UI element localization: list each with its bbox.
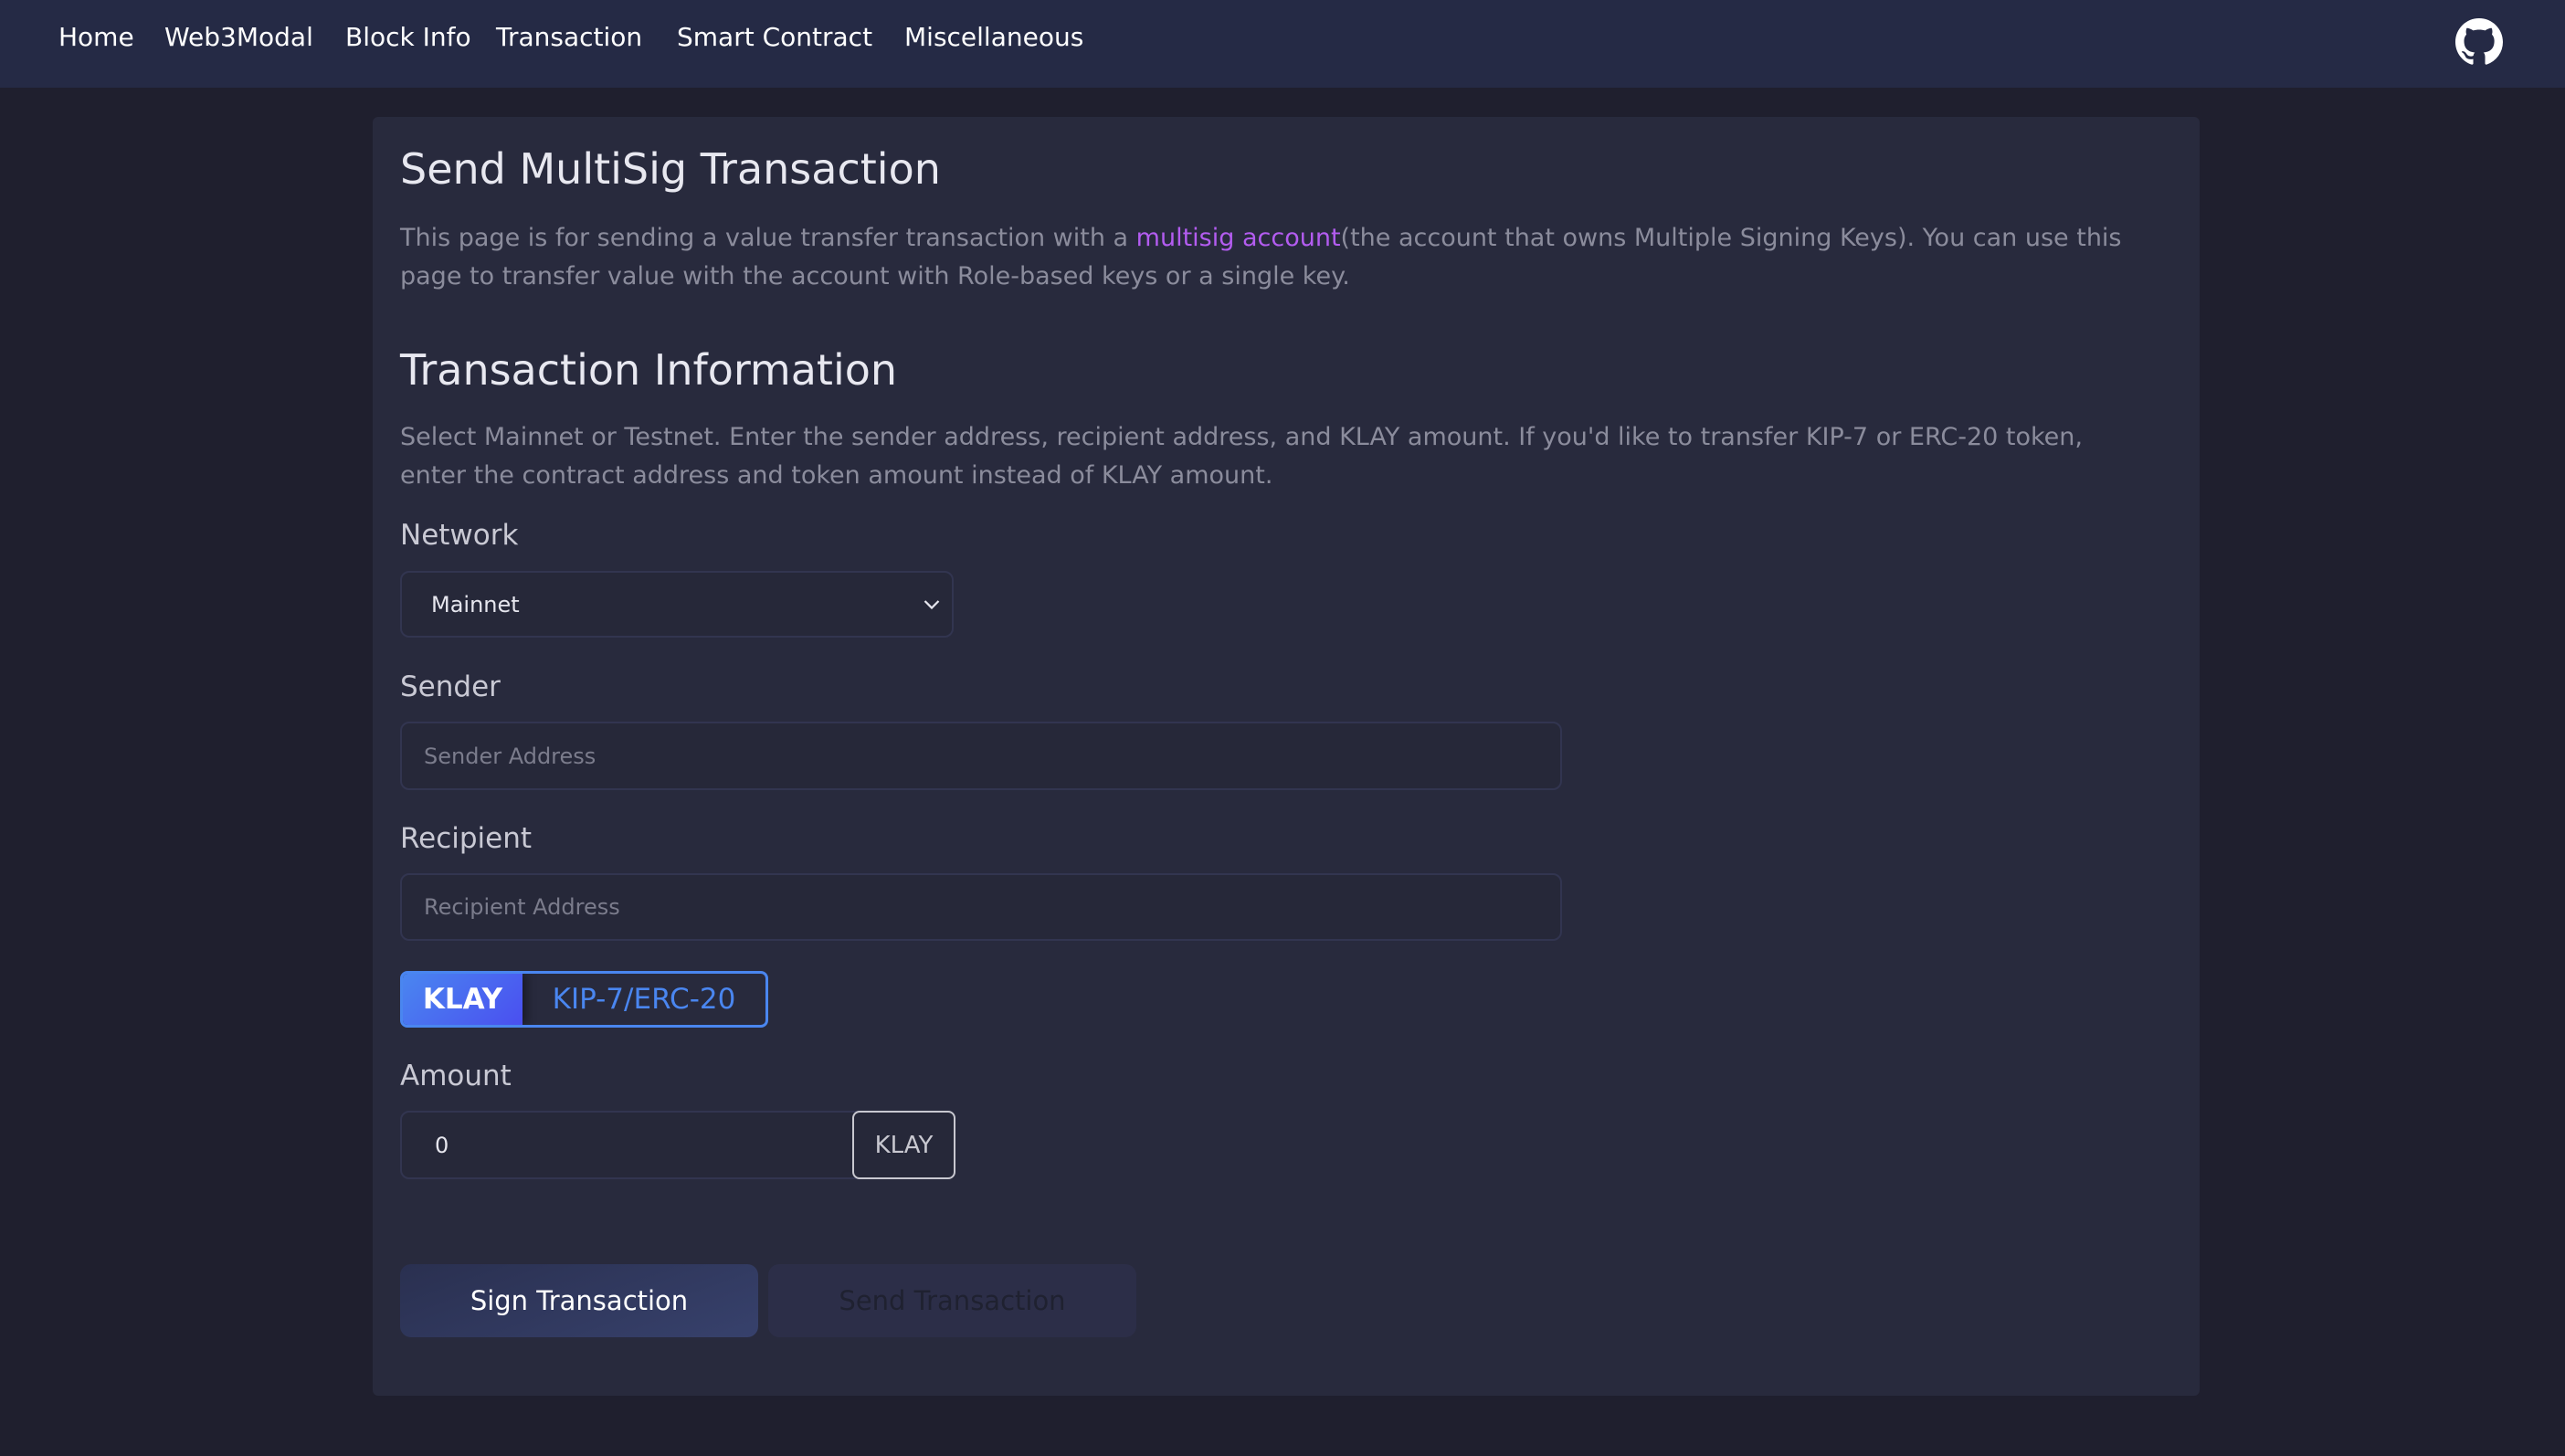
- sender-label: Sender: [400, 670, 501, 703]
- sender-placeholder: Sender Address: [424, 743, 596, 769]
- toggle-kip7-erc20[interactable]: KIP-7/ERC-20: [522, 974, 765, 1025]
- amount-input[interactable]: 0 KLAY: [400, 1111, 955, 1179]
- sign-transaction-button[interactable]: Sign Transaction: [400, 1264, 758, 1337]
- section-desc: Select Mainnet or Testnet. Enter the sen…: [400, 423, 2083, 490]
- section-title: Transaction Information: [400, 345, 898, 395]
- recipient-placeholder: Recipient Address: [424, 894, 620, 920]
- amount-label: Amount: [400, 1060, 512, 1092]
- recipient-input[interactable]: Recipient Address: [400, 873, 1562, 941]
- chevron-down-icon: [924, 600, 940, 610]
- github-icon[interactable]: [2455, 18, 2503, 66]
- nav-transaction[interactable]: Transaction: [496, 22, 642, 52]
- navbar: Home Web3Modal Block Info Transaction Sm…: [0, 0, 2565, 88]
- recipient-label: Recipient: [400, 822, 533, 855]
- intro-text: This page is for sending a value transfe…: [400, 224, 1136, 252]
- page-intro: This page is for sending a value transfe…: [400, 219, 2136, 296]
- token-type-toggle: KLAY KIP-7/ERC-20: [400, 971, 768, 1028]
- amount-unit: KLAY: [852, 1111, 955, 1179]
- amount-value: 0: [435, 1132, 449, 1158]
- sender-input[interactable]: Sender Address: [400, 722, 1562, 790]
- multisig-account-link[interactable]: multisig account: [1136, 224, 1341, 252]
- multisig-card: Send MultiSig Transaction This page is f…: [373, 117, 2200, 1396]
- send-transaction-button[interactable]: Send Transaction: [768, 1264, 1136, 1337]
- network-value: Mainnet: [431, 591, 520, 617]
- nav-block-info[interactable]: Block Info: [345, 22, 471, 52]
- toggle-klay[interactable]: KLAY: [403, 974, 522, 1025]
- nav-home[interactable]: Home: [58, 22, 134, 52]
- nav-web3modal[interactable]: Web3Modal: [164, 22, 313, 52]
- nav-miscellaneous[interactable]: Miscellaneous: [904, 22, 1083, 52]
- network-select[interactable]: Mainnet: [400, 571, 954, 638]
- network-label: Network: [400, 519, 519, 552]
- page-title: Send MultiSig Transaction: [400, 144, 941, 194]
- nav-smart-contract[interactable]: Smart Contract: [677, 22, 872, 52]
